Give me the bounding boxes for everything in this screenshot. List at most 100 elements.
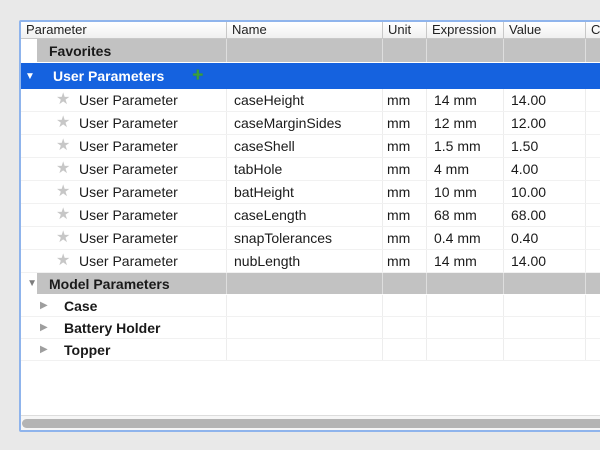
column-header-parameter[interactable]: Parameter <box>21 22 226 38</box>
model-group-row-battery-holder[interactable]: ▶ Battery Holder <box>21 317 600 339</box>
parameter-type-label: User Parameter <box>79 184 178 200</box>
expression-cell[interactable]: 10 mm <box>426 181 503 203</box>
model-parameters-group-row[interactable]: ▼ Model Parameters <box>21 273 600 295</box>
value-cell: 4.00 <box>503 158 585 180</box>
table-header-row: Parameter Name Unit Expression Value C <box>21 22 600 39</box>
comment-cell[interactable] <box>585 204 600 226</box>
group-label-cell: ▶ Topper <box>21 339 226 360</box>
table-row-tabHole[interactable]: ★ User Parameter tabHole mm 4 mm 4.00 <box>21 158 600 181</box>
name-cell[interactable]: tabHole <box>226 158 382 180</box>
table-row-caseShell[interactable]: ★ User Parameter caseShell mm 1.5 mm 1.5… <box>21 135 600 158</box>
table-row-caseMarginSides[interactable]: ★ User Parameter caseMarginSides mm 12 m… <box>21 112 600 135</box>
comment-cell[interactable] <box>585 250 600 272</box>
caret-right-icon[interactable]: ▶ <box>40 345 49 355</box>
horizontal-scrollbar-thumb[interactable] <box>22 419 600 428</box>
horizontal-scrollbar[interactable] <box>21 415 600 430</box>
unit-cell: mm <box>382 112 426 134</box>
table-row-caseLength[interactable]: ★ User Parameter caseLength mm 68 mm 68.… <box>21 204 600 227</box>
column-header-name[interactable]: Name <box>226 22 382 38</box>
user-parameters-group-row[interactable]: ▼ User Parameters + <box>21 63 600 89</box>
expression-cell[interactable]: 68 mm <box>426 204 503 226</box>
column-header-unit[interactable]: Unit <box>382 22 426 38</box>
favorites-expander-cell <box>21 39 37 62</box>
parameters-table: Parameter Name Unit Expression Value C F… <box>19 20 600 432</box>
expression-cell[interactable]: 14 mm <box>426 89 503 111</box>
model-parameters-group-label: Model Parameters <box>49 276 170 292</box>
expression-cell[interactable]: 1.5 mm <box>426 135 503 157</box>
band-cell <box>503 273 585 294</box>
table-row-batHeight[interactable]: ★ User Parameter batHeight mm 10 mm 10.0… <box>21 181 600 204</box>
column-header-value[interactable]: Value <box>503 22 585 38</box>
caret-right-icon[interactable]: ▶ <box>40 301 49 311</box>
value-cell: 14.00 <box>503 89 585 111</box>
caret-down-icon[interactable]: ▼ <box>25 71 37 82</box>
name-cell <box>226 295 382 316</box>
band-cell <box>585 273 600 294</box>
parameter-type-cell: ★ User Parameter <box>21 250 226 272</box>
star-icon[interactable]: ★ <box>56 253 76 269</box>
model-group-row-topper[interactable]: ▶ Topper <box>21 339 600 361</box>
star-icon[interactable]: ★ <box>56 184 76 200</box>
comment-cell[interactable] <box>585 158 600 180</box>
name-cell[interactable]: caseHeight <box>226 89 382 111</box>
star-icon[interactable]: ★ <box>56 138 76 154</box>
parameter-type-cell: ★ User Parameter <box>21 89 226 111</box>
parameter-type-cell: ★ User Parameter <box>21 158 226 180</box>
band-cell <box>382 39 426 62</box>
add-user-parameter-button[interactable]: + <box>192 67 203 85</box>
favorites-label-cell: Favorites <box>37 39 226 62</box>
comment-cell[interactable] <box>585 135 600 157</box>
name-cell <box>226 339 382 360</box>
model-group-row-case[interactable]: ▶ Case <box>21 295 600 317</box>
column-header-expression[interactable]: Expression <box>426 22 503 38</box>
parameter-type-cell: ★ User Parameter <box>21 112 226 134</box>
comment-cell[interactable] <box>585 181 600 203</box>
name-cell[interactable]: caseLength <box>226 204 382 226</box>
model-parameters-label-cell: Model Parameters <box>37 273 226 294</box>
parameter-type-cell: ★ User Parameter <box>21 227 226 249</box>
expression-cell[interactable]: 4 mm <box>426 158 503 180</box>
star-icon[interactable]: ★ <box>56 230 76 246</box>
expression-cell[interactable]: 0.4 mm <box>426 227 503 249</box>
name-cell[interactable]: nubLength <box>226 250 382 272</box>
expression-cell[interactable]: 12 mm <box>426 112 503 134</box>
value-cell <box>503 339 585 360</box>
comment-cell <box>585 295 600 316</box>
parameter-type-cell: ★ User Parameter <box>21 181 226 203</box>
caret-down-icon[interactable]: ▼ <box>27 279 37 289</box>
band-cell <box>503 39 585 62</box>
comment-cell[interactable] <box>585 112 600 134</box>
star-icon[interactable]: ★ <box>56 207 76 223</box>
parameter-type-cell: ★ User Parameter <box>21 204 226 226</box>
comment-cell[interactable] <box>585 89 600 111</box>
comment-cell <box>585 339 600 360</box>
unit-cell: mm <box>382 204 426 226</box>
table-row-snapTolerances[interactable]: ★ User Parameter snapTolerances mm 0.4 m… <box>21 227 600 250</box>
parameter-type-cell: ★ User Parameter <box>21 135 226 157</box>
star-icon[interactable]: ★ <box>56 115 76 131</box>
caret-right-icon[interactable]: ▶ <box>40 323 49 333</box>
unit-cell <box>382 317 426 338</box>
group-label-cell: ▶ Case <box>21 295 226 316</box>
star-icon[interactable]: ★ <box>56 92 76 108</box>
band-cell <box>226 39 382 62</box>
name-cell[interactable]: caseShell <box>226 135 382 157</box>
value-cell: 1.50 <box>503 135 585 157</box>
unit-cell <box>382 339 426 360</box>
column-header-comments[interactable]: C <box>585 22 600 38</box>
parameters-panel: Parameter Name Unit Expression Value C F… <box>0 0 600 450</box>
value-cell <box>503 295 585 316</box>
favorites-group-row[interactable]: Favorites <box>21 39 600 63</box>
comment-cell[interactable] <box>585 227 600 249</box>
unit-cell: mm <box>382 158 426 180</box>
table-row-nubLength[interactable]: ★ User Parameter nubLength mm 14 mm 14.0… <box>21 250 600 273</box>
parameter-type-label: User Parameter <box>79 138 178 154</box>
name-cell[interactable]: batHeight <box>226 181 382 203</box>
table-row-caseHeight[interactable]: ★ User Parameter caseHeight mm 14 mm 14.… <box>21 89 600 112</box>
expression-cell[interactable]: 14 mm <box>426 250 503 272</box>
name-cell[interactable]: caseMarginSides <box>226 112 382 134</box>
parameter-type-label: User Parameter <box>79 115 178 131</box>
star-icon[interactable]: ★ <box>56 161 76 177</box>
table-empty-area <box>21 361 600 415</box>
name-cell[interactable]: snapTolerances <box>226 227 382 249</box>
